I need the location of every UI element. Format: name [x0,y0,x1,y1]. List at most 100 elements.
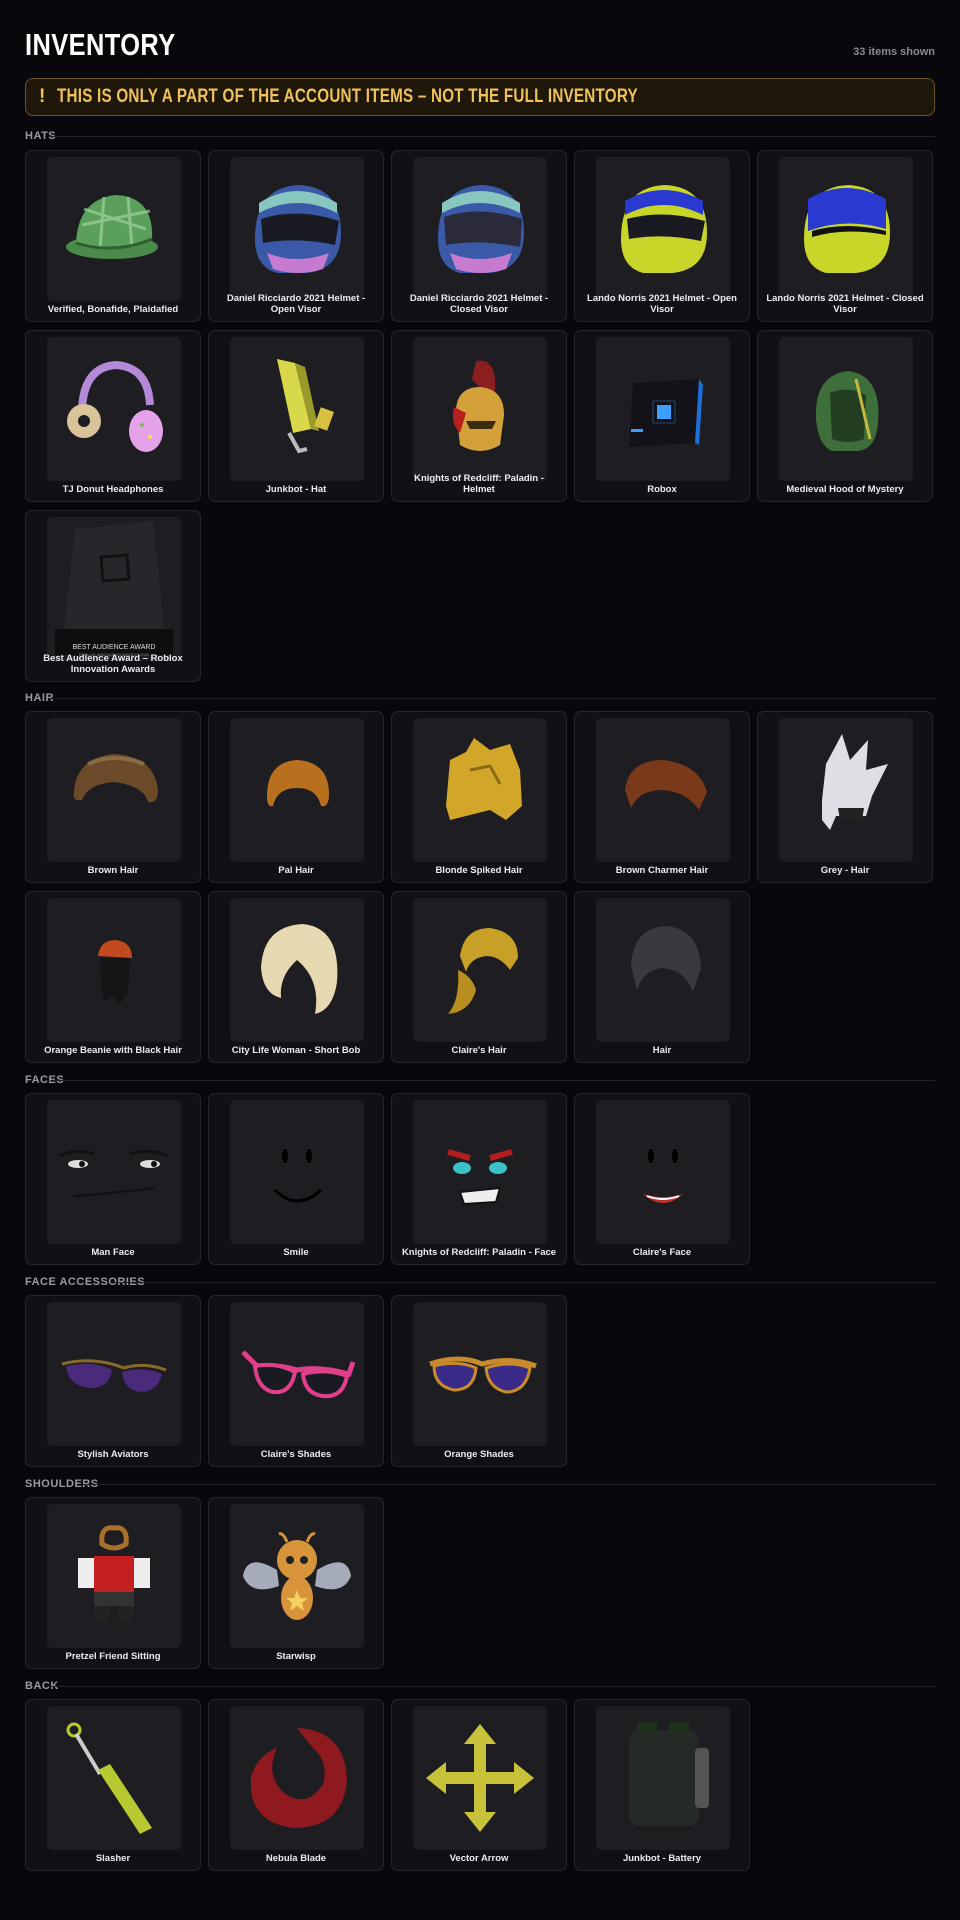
item-name: TJ Donut Headphones [62,484,164,495]
page-title: INVENTORY [25,27,176,62]
item-card[interactable]: TJ Donut Headphones [25,330,201,502]
item-card[interactable]: Knights of Redcliff: Paladin - Helmet [391,330,567,502]
item-card[interactable]: Blonde Spiked Hair [391,711,567,883]
item-name: Brown Charmer Hair [615,865,709,876]
hair-icon [230,898,364,1042]
item-card[interactable]: Vector Arrow [391,1699,567,1871]
item-name: Grey - Hair [820,865,870,876]
item-card[interactable]: Lando Norris 2021 Helmet - Closed Visor [757,150,933,322]
warning-text: THIS IS ONLY A PART OF THE ACCOUNT ITEMS… [57,86,639,107]
hood-icon [779,337,913,481]
hair-icon [596,718,730,862]
warning-banner: ! THIS IS ONLY A PART OF THE ACCOUNT ITE… [25,78,935,116]
item-card[interactable]: Knights of Redcliff: Paladin - Face [391,1093,567,1265]
item-card[interactable]: Pretzel Friend Sitting [25,1497,201,1669]
item-card[interactable]: Verified, Bonafide, Plaidafied [25,150,201,322]
item-card[interactable]: Daniel Ricciardo 2021 Helmet - Open Viso… [208,150,384,322]
items-count: 33 items shown [853,46,935,58]
racing-helmet-icon [596,157,730,301]
item-name: Vector Arrow [449,1853,509,1864]
item-name: Man Face [91,1247,135,1258]
item-name: Stylish Aviators [77,1449,149,1460]
item-card[interactable]: Junkbot - Hat [208,330,384,502]
item-card[interactable]: Robox [574,330,750,502]
plaid-cap-icon [47,157,181,301]
hair-icon [230,718,364,862]
item-card[interactable]: Pal Hair [208,711,384,883]
knight-helmet-icon [413,337,547,481]
item-name: Claire's Shades [260,1449,332,1460]
item-card[interactable]: Slasher [25,1699,201,1871]
item-name: Verified, Bonafide, Plaidafied [47,304,179,315]
item-card[interactable]: Claire's Face [574,1093,750,1265]
item-name: Pal Hair [278,865,314,876]
starwisp-icon [230,1504,364,1648]
item-name: Brown Hair [87,865,139,876]
item-name: Knights of Redcliff: Paladin - Helmet [414,473,544,495]
item-card[interactable]: Daniel Ricciardo 2021 Helmet - Closed Vi… [391,150,567,322]
item-name: Orange Shades [444,1449,514,1460]
racing-helmet-icon [779,157,913,301]
item-name: Best Audience Award – Roblox Innovation … [43,653,183,675]
item-card[interactable]: Brown Hair [25,711,201,883]
item-name: Slasher [95,1853,131,1864]
item-card[interactable]: Orange Beanie with Black Hair [25,891,201,1063]
item-card[interactable]: Starwisp [208,1497,384,1669]
face-icon [596,1100,730,1244]
item-name: Claire's Face [632,1247,692,1258]
item-card[interactable]: Junkbot - Battery [574,1699,750,1871]
warning-icon: ! [39,86,46,107]
item-card[interactable]: City Life Woman - Short Bob [208,891,384,1063]
face-icon [230,1100,364,1244]
item-card[interactable]: Orange Shades [391,1295,567,1467]
item-card[interactable]: Stylish Aviators [25,1295,201,1467]
section-divider [50,698,935,699]
item-card[interactable]: Nebula Blade [208,1699,384,1871]
sunglasses-icon [230,1302,364,1446]
item-name: Lando Norris 2021 Helmet - Closed Visor [766,293,924,315]
item-name: Medieval Hood of Mystery [786,484,904,495]
item-name: Starwisp [276,1651,316,1662]
item-name: City Life Woman - Short Bob [231,1045,361,1056]
item-name: Lando Norris 2021 Helmet - Open Visor [587,293,737,315]
item-card[interactable]: BEST AUDIENCE AWARD ROBLOX INNOVATION AW… [25,510,201,682]
section-divider [50,1080,935,1081]
section-divider [50,136,935,137]
section-divider [50,1686,935,1687]
item-name: Daniel Ricciardo 2021 Helmet - Open Viso… [226,293,366,315]
item-card[interactable]: Grey - Hair [757,711,933,883]
item-name: Orange Beanie with Black Hair [44,1045,182,1056]
item-card[interactable]: Hair [574,891,750,1063]
section-divider [82,1484,935,1485]
item-name: Junkbot - Battery [622,1853,702,1864]
hair-icon [47,718,181,862]
item-name: Pretzel Friend Sitting [65,1651,161,1662]
sword-icon [47,1706,181,1850]
item-card[interactable]: Claire's Shades [208,1295,384,1467]
item-name: Blonde Spiked Hair [435,865,523,876]
item-card[interactable]: Man Face [25,1093,201,1265]
robox-icon [596,337,730,481]
racing-helmet-icon [230,157,364,301]
award-icon: BEST AUDIENCE AWARD ROBLOX INNOVATION AW… [47,517,181,661]
item-card[interactable]: Lando Norris 2021 Helmet - Open Visor [574,150,750,322]
hair-icon [596,898,730,1042]
item-name: Nebula Blade [265,1853,327,1864]
item-name: Hair [652,1045,672,1056]
face-icon [413,1100,547,1244]
item-name: Knights of Redcliff: Paladin - Face [401,1247,557,1258]
item-name: Claire's Hair [451,1045,507,1056]
item-name: Junkbot - Hat [265,484,327,495]
item-card[interactable]: Medieval Hood of Mystery [757,330,933,502]
item-name: Robox [647,484,677,495]
sunglasses-icon [413,1302,547,1446]
item-card[interactable]: Smile [208,1093,384,1265]
racing-helmet-icon [413,157,547,301]
battery-icon [596,1706,730,1850]
item-card[interactable]: Brown Charmer Hair [574,711,750,883]
pretzel-friend-icon [47,1504,181,1648]
beanie-hair-icon [47,898,181,1042]
crescent-blade-icon [230,1706,364,1850]
face-icon [47,1100,181,1244]
item-card[interactable]: Claire's Hair [391,891,567,1063]
